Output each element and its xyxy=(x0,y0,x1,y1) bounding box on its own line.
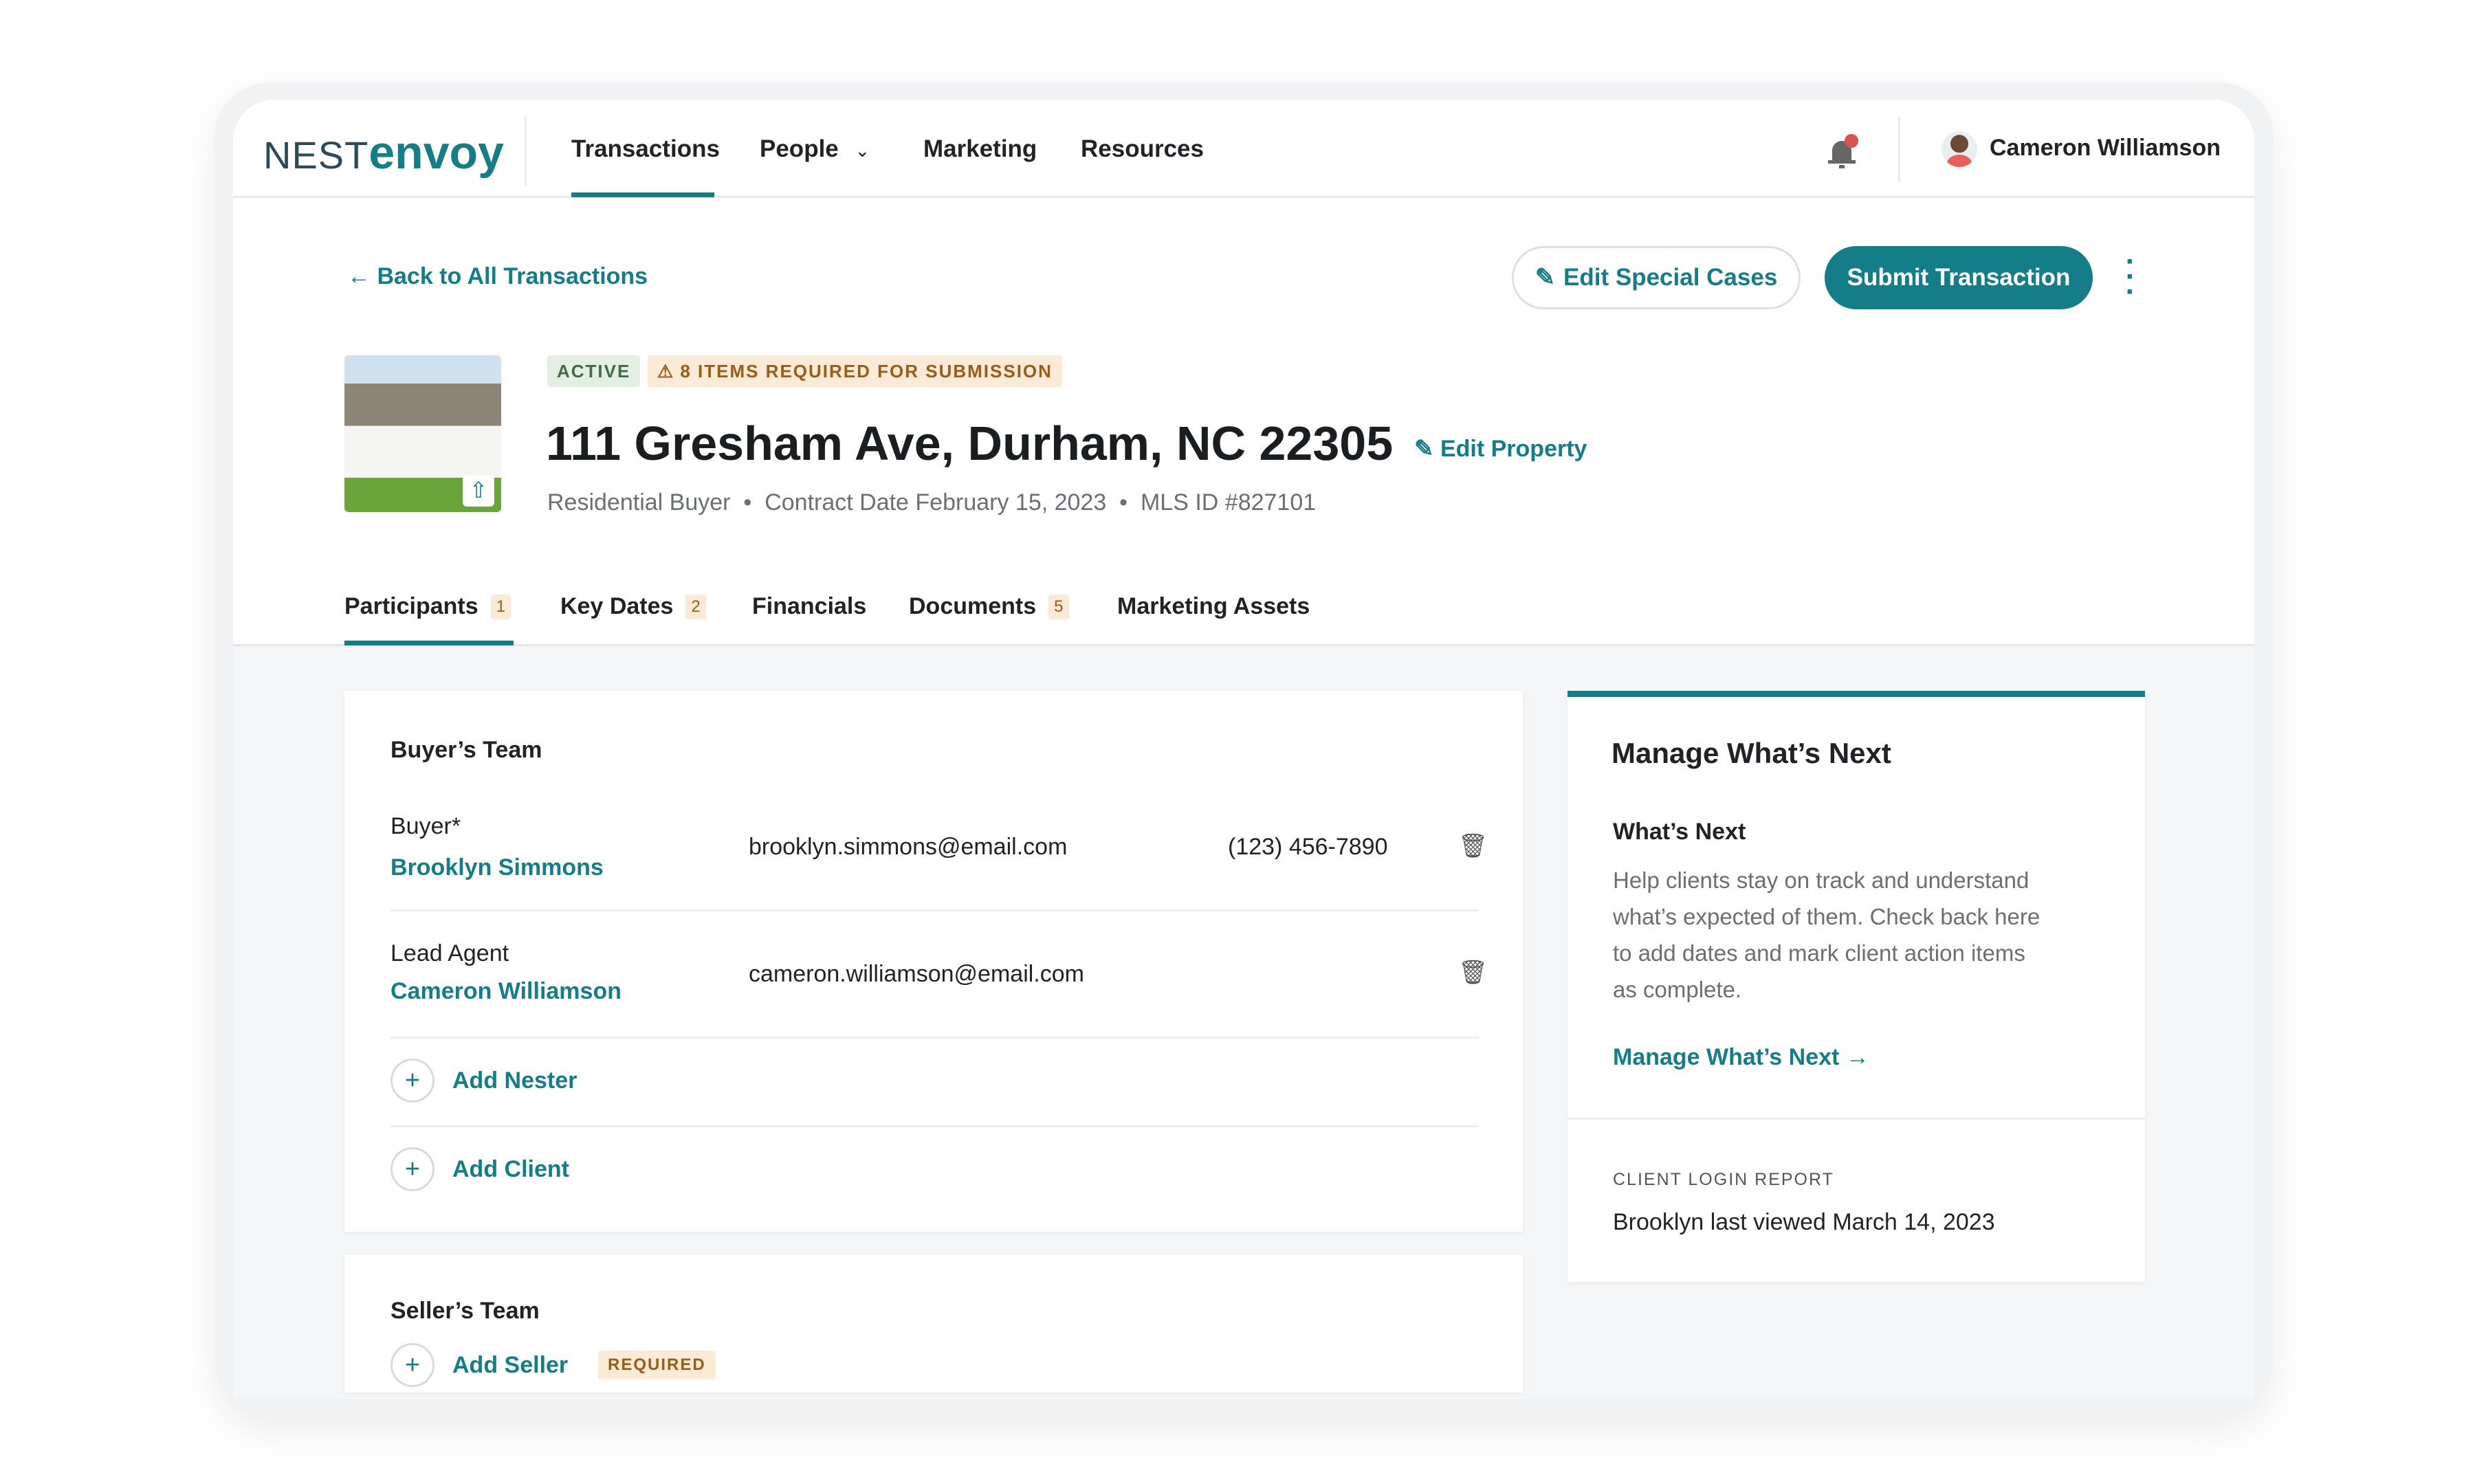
contract-date: Contract Date February 15, 2023 xyxy=(764,489,1107,516)
buyers-team-card: Buyer’s Team Buyer* Brooklyn Simmons bro… xyxy=(344,691,1523,1232)
link-label: Manage What’s Next xyxy=(1613,1044,1840,1070)
nav-people[interactable]: People ⌄ xyxy=(760,135,870,163)
participant-phone: (123) 456-7890 xyxy=(1228,834,1388,860)
content-area: Buyer’s Team Buyer* Brooklyn Simmons bro… xyxy=(233,641,2254,1399)
arrow-right-icon: → xyxy=(1845,1044,1869,1070)
section-title: Seller’s Team xyxy=(390,1298,540,1324)
trash-icon[interactable]: 🗑 xyxy=(1458,959,1488,986)
edit-property-link[interactable]: ✎ Edit Property xyxy=(1414,435,1587,463)
nav-transactions[interactable]: Transactions xyxy=(571,135,720,163)
tab-count: 5 xyxy=(1048,594,1069,619)
active-nav-indicator xyxy=(571,192,714,197)
tab-label: Marketing Assets xyxy=(1117,593,1310,619)
description-line: what’s expected of them. Check back here xyxy=(1613,904,2040,929)
warning-icon: ⚠ xyxy=(657,360,675,381)
divider xyxy=(525,117,527,186)
tab-label: Documents xyxy=(909,593,1037,619)
more-vertical-icon[interactable]: · · · xyxy=(2124,247,2137,307)
divider xyxy=(1898,117,1900,182)
plus-icon: + xyxy=(390,1147,434,1191)
add-nester-label: Add Nester xyxy=(452,1067,578,1094)
tab-label: Financials xyxy=(752,593,867,619)
add-seller-label: Add Seller xyxy=(452,1351,569,1378)
add-nester-button[interactable]: + Add Nester xyxy=(390,1059,577,1103)
plus-icon: + xyxy=(390,1059,434,1103)
tab-financials[interactable]: Financials xyxy=(752,593,866,620)
edit-special-cases-label: Edit Special Cases xyxy=(1563,264,1778,291)
add-client-label: Add Client xyxy=(452,1155,569,1182)
app-window: NESTenvoy Transactions People ⌄ Marketin… xyxy=(233,100,2254,1399)
tab-participants[interactable]: Participants 1 xyxy=(344,593,511,620)
plus-icon: + xyxy=(390,1343,434,1387)
add-client-button[interactable]: + Add Client xyxy=(390,1147,569,1191)
mls-id: MLS ID #827101 xyxy=(1140,489,1317,516)
participant-role: Buyer* xyxy=(390,813,461,839)
divider xyxy=(390,909,1479,911)
nav-marketing[interactable]: Marketing xyxy=(923,135,1037,163)
arrow-left-icon: ← xyxy=(347,263,371,289)
pencil-icon: ✎ xyxy=(1534,264,1556,291)
bell-icon[interactable] xyxy=(1821,131,1862,173)
add-seller-button[interactable]: + Add Seller xyxy=(390,1343,568,1387)
page-title: 111 Gresham Ave, Durham, NC 22305 xyxy=(546,417,1394,470)
tab-key-dates[interactable]: Key Dates 2 xyxy=(560,593,706,620)
section-title: Buyer’s Team xyxy=(390,737,542,763)
tab-marketing-assets[interactable]: Marketing Assets xyxy=(1117,593,1310,620)
nestenvoy-logo[interactable]: NESTenvoy xyxy=(263,126,504,179)
status-badge: ACTIVE xyxy=(547,355,641,387)
tab-count: 1 xyxy=(490,594,511,619)
required-badge: REQUIRED xyxy=(598,1351,716,1380)
description-line: to add dates and mark client action item… xyxy=(1613,940,2025,966)
separator: • xyxy=(743,489,752,516)
property-meta: Residential Buyer • Contract Date Februa… xyxy=(547,489,1316,516)
trash-icon[interactable]: 🗑 xyxy=(1458,832,1488,860)
edit-special-cases-button[interactable]: ✎ Edit Special Cases xyxy=(1512,246,1801,309)
card-title: Manage What’s Next xyxy=(1612,737,1891,769)
nav-resources[interactable]: Resources xyxy=(1081,135,1204,163)
top-nav: NESTenvoy Transactions People ⌄ Marketin… xyxy=(233,100,2254,198)
divider xyxy=(390,1037,1479,1039)
avatar[interactable] xyxy=(1942,131,1977,167)
tab-label: Key Dates xyxy=(560,593,674,619)
chevron-down-icon: ⌄ xyxy=(855,140,870,161)
whats-next-subtitle: What’s Next xyxy=(1613,819,1746,845)
participant-role: Lead Agent xyxy=(390,940,509,966)
logo-text: NEST xyxy=(263,133,369,177)
tab-documents[interactable]: Documents 5 xyxy=(909,593,1069,620)
warning-badge-label: 8 ITEMS REQUIRED FOR SUBMISSION xyxy=(680,360,1053,381)
participant-name-link[interactable]: Brooklyn Simmons xyxy=(390,854,604,881)
back-link-label: Back to All Transactions xyxy=(377,263,648,289)
manage-whats-next-link[interactable]: Manage What’s Next → xyxy=(1613,1044,1869,1071)
edit-property-label: Edit Property xyxy=(1440,436,1587,462)
separator: • xyxy=(1119,489,1128,516)
submit-transaction-button[interactable]: Submit Transaction xyxy=(1825,246,2093,309)
transaction-type: Residential Buyer xyxy=(547,489,731,516)
tab-count: 2 xyxy=(685,594,706,619)
property-photo[interactable]: ⇧ xyxy=(344,355,501,512)
report-label: CLIENT LOGIN REPORT xyxy=(1613,1170,1834,1189)
participant-email: cameron.williamson@email.com xyxy=(749,961,1084,987)
tab-label: Participants xyxy=(344,593,478,619)
pencil-icon: ✎ xyxy=(1414,436,1434,462)
logo-text-accent: envoy xyxy=(368,126,504,179)
participant-email: brooklyn.simmons@email.com xyxy=(749,834,1068,860)
divider xyxy=(1568,1118,2145,1120)
description-line: Help clients stay on track and understan… xyxy=(1613,867,2030,893)
sellers-team-card: Seller’s Team + Add Seller REQUIRED xyxy=(344,1255,1523,1393)
warning-badge: ⚠ 8 ITEMS REQUIRED FOR SUBMISSION xyxy=(648,355,1062,387)
report-value: Brooklyn last viewed March 14, 2023 xyxy=(1613,1209,1995,1235)
participant-name-link[interactable]: Cameron Williamson xyxy=(390,978,622,1005)
nav-people-label: People xyxy=(760,135,839,162)
divider xyxy=(390,1125,1479,1127)
whats-next-card: Manage What’s Next What’s Next Help clie… xyxy=(1568,691,2145,1282)
user-name[interactable]: Cameron Williamson xyxy=(1990,135,2221,162)
active-tab-indicator xyxy=(344,641,514,645)
whats-next-description: Help clients stay on track and understan… xyxy=(1613,862,2040,1008)
upload-icon[interactable]: ⇧ xyxy=(463,475,494,507)
back-link[interactable]: ← Back to All Transactions xyxy=(347,263,648,290)
description-line: as complete. xyxy=(1613,977,1742,1002)
